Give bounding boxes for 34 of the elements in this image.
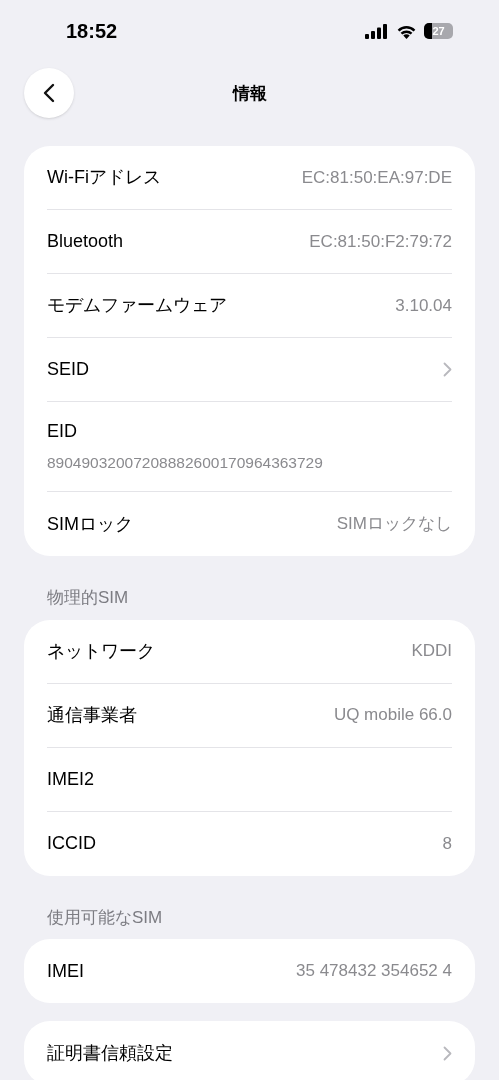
row-label: ネットワーク xyxy=(47,639,155,663)
row-label: Bluetooth xyxy=(47,230,124,253)
row-label: IMEI2 xyxy=(47,767,94,791)
chevron-icon xyxy=(443,362,452,377)
row-label: 証明書信頼設定 xyxy=(47,1041,173,1065)
row-value: UQ mobile 66.0 xyxy=(333,704,452,727)
signal-icon xyxy=(365,23,389,39)
wifi-icon xyxy=(396,23,417,39)
row-value: 89049032007208882600170964363729 xyxy=(47,453,324,474)
section-header: 使用可能なSIM xyxy=(46,906,164,929)
settings-row[interactable]: 証明書信頼設定 xyxy=(47,1021,452,1080)
row-label: 通信事業者 xyxy=(47,703,137,727)
section-header: 物理的SIM xyxy=(46,587,130,609)
row-label: EID xyxy=(47,420,78,444)
row-value: EC:81:50:F2:79:72 xyxy=(309,230,452,253)
row-value: KDDI xyxy=(411,640,452,663)
row-label: IMEI xyxy=(47,959,84,983)
battery-icon: 27 xyxy=(424,23,453,39)
row-label: モデムファームウェア xyxy=(47,294,227,317)
row-value: 8 xyxy=(442,832,452,855)
row-value: 35 478432 354652 4 xyxy=(296,960,452,983)
status-time: 18:52 xyxy=(66,19,118,44)
back-button[interactable] xyxy=(24,68,74,118)
page-title: 情報 xyxy=(232,83,267,106)
row-label: Wi-Fiアドレス xyxy=(47,166,161,189)
chevron-icon xyxy=(443,1045,452,1061)
row-label: SEID xyxy=(47,358,89,381)
row-label: ICCID xyxy=(47,832,96,855)
row-value: EC:81:50:EA:97:DE xyxy=(301,166,452,189)
settings-row[interactable]: SEID xyxy=(47,338,452,402)
row-label: SIMロック xyxy=(47,512,133,536)
back-chevron-icon xyxy=(43,83,55,103)
row-value: 3.10.04 xyxy=(395,294,452,317)
row-value: SIMロックなし xyxy=(336,513,452,536)
